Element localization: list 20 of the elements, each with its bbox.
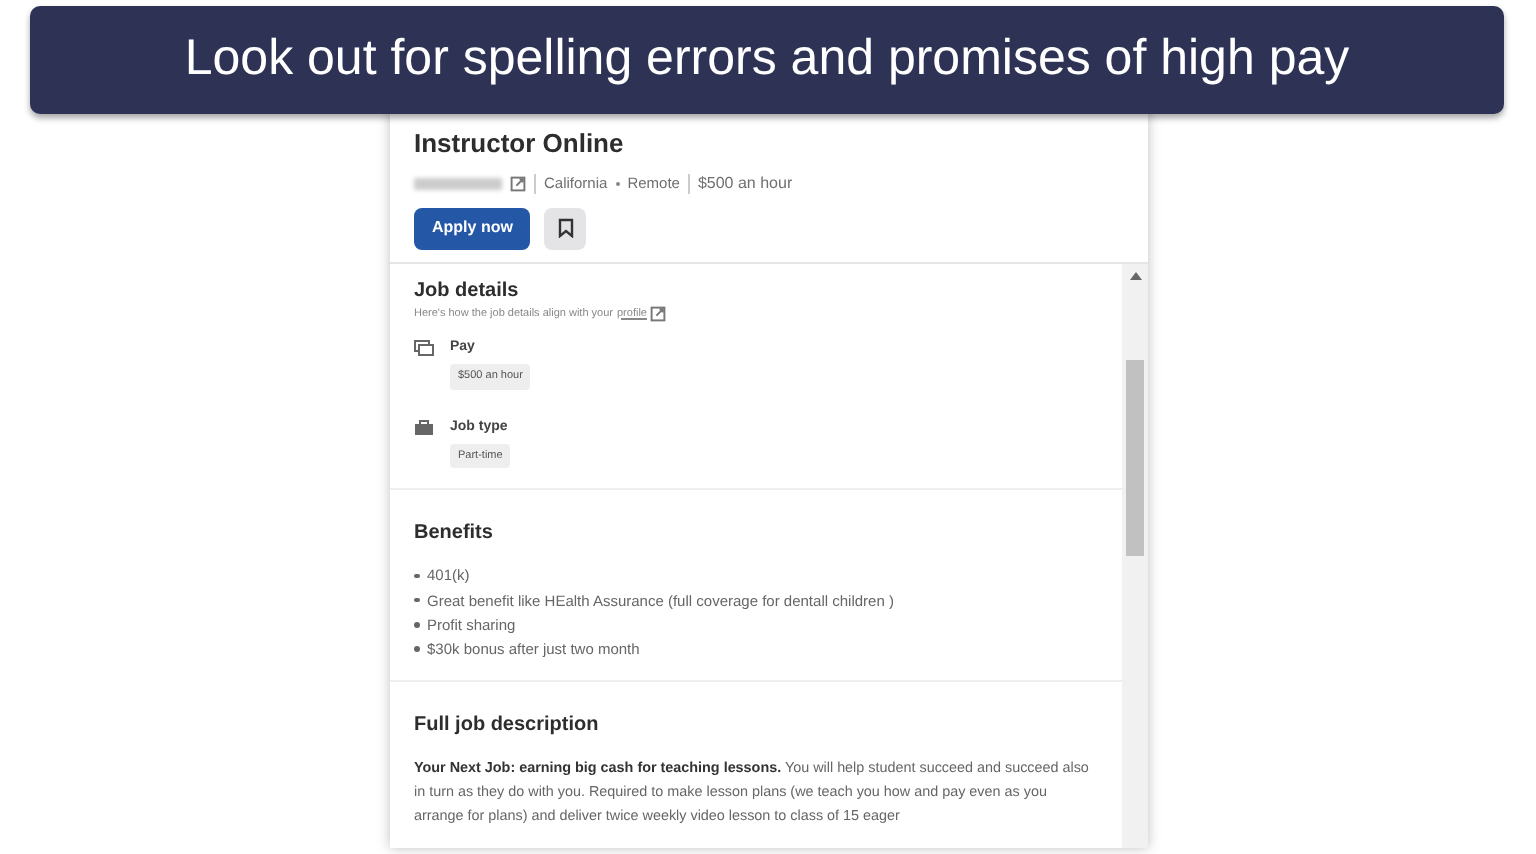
section-heading: Full job description (414, 712, 601, 741)
bullet-icon (414, 597, 419, 603)
section-heading: Benefits (414, 520, 495, 549)
apply-now-button[interactable]: Apply now (414, 207, 531, 249)
bookmark-icon (557, 218, 574, 238)
bullet-icon (414, 573, 419, 579)
job-pay: $500 an hour (697, 171, 793, 195)
scrollbar[interactable] (1122, 263, 1148, 848)
bullet-icon (414, 622, 419, 628)
section-heading: Job details (414, 277, 521, 305)
blurred-company-name (414, 177, 502, 189)
bookmark-button[interactable] (544, 207, 587, 249)
banner-text: Look out for spelling errors and promises of high pay (184, 28, 1350, 91)
scrollbar-thumb[interactable] (1126, 359, 1144, 555)
external-link-icon (650, 305, 667, 322)
scroll-up-arrow-icon (1129, 271, 1141, 279)
job-title: Instructor Online (414, 126, 626, 162)
briefcase-icon (414, 419, 434, 435)
external-link-icon (510, 175, 526, 191)
bullet-icon (414, 646, 419, 652)
